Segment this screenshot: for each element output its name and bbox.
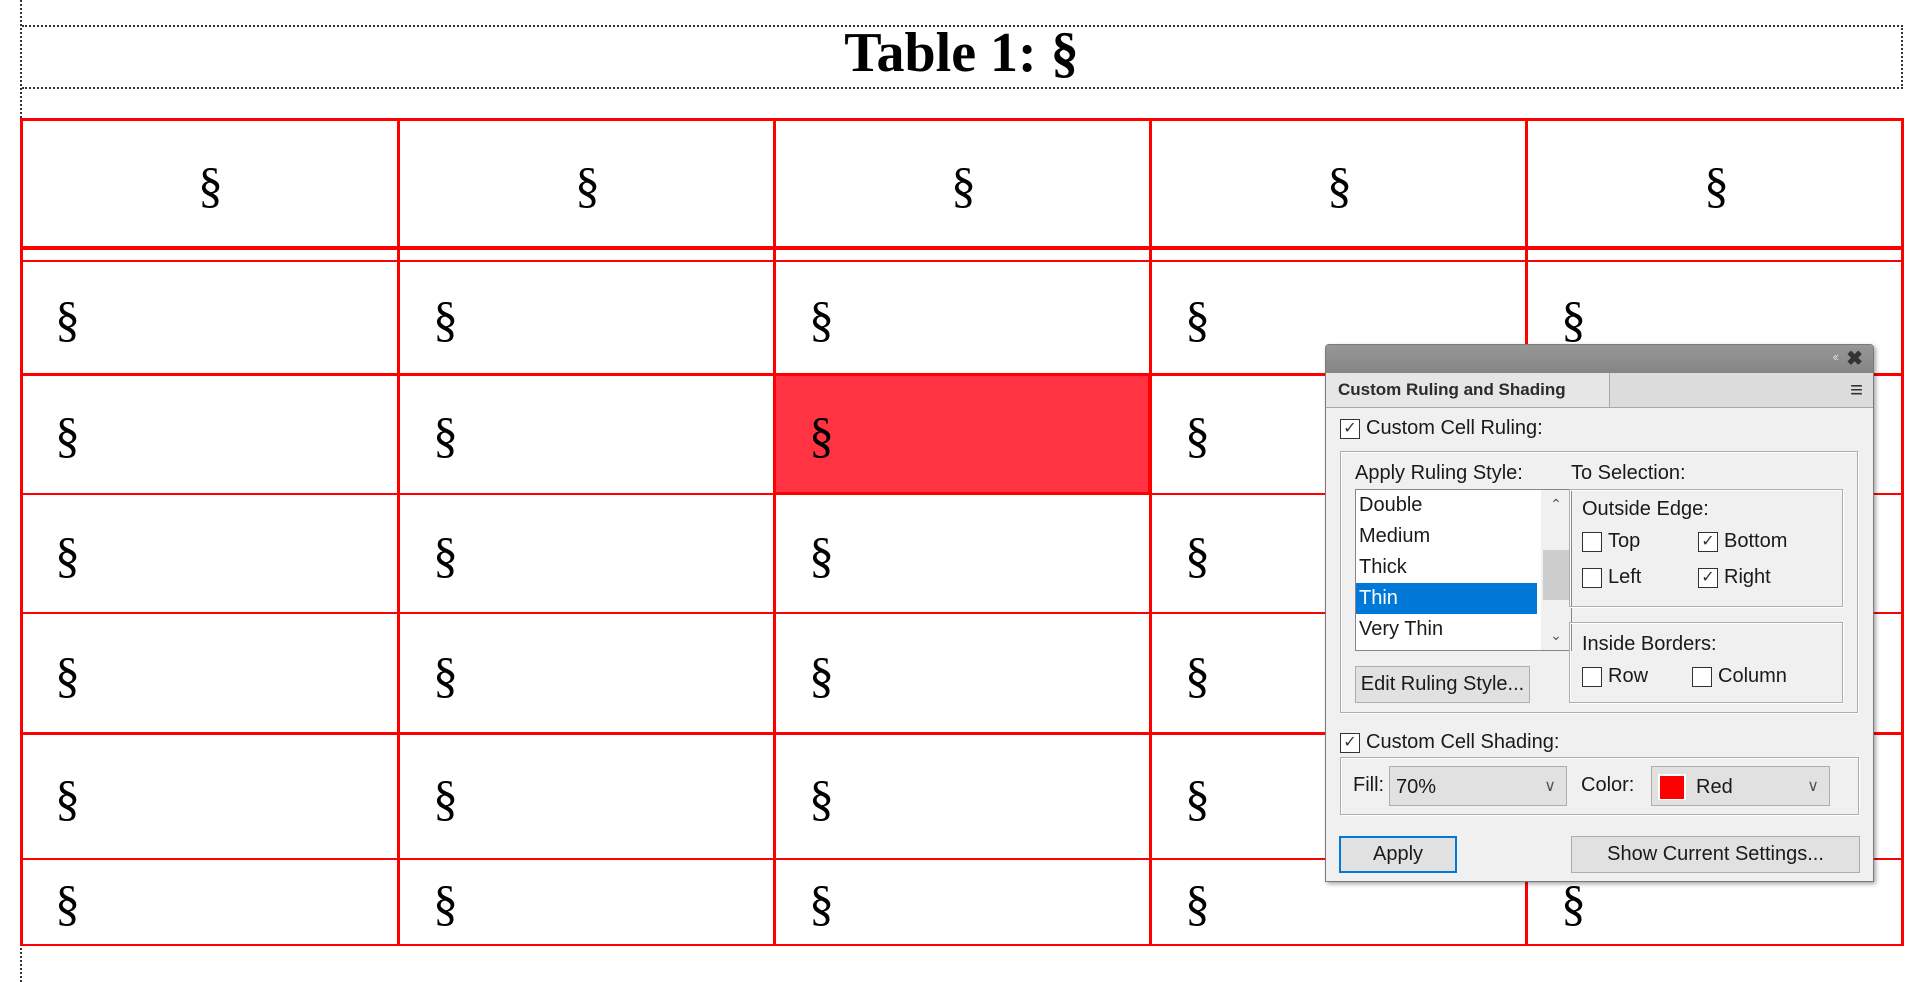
table-cell[interactable]: § [776, 861, 1150, 945]
checkbox-box[interactable] [1692, 666, 1712, 687]
checkbox-label: Custom Cell Shading: [1366, 731, 1560, 753]
checkbox-box[interactable]: ✓ [1340, 418, 1360, 439]
table-cell[interactable]: § [22, 861, 398, 945]
table-cell[interactable]: § [776, 736, 1150, 859]
inside-column-checkbox[interactable]: Column [1692, 665, 1787, 688]
table-cell[interactable]: § [22, 376, 398, 494]
custom-cell-ruling-checkbox[interactable]: ✓ Custom Cell Ruling: [1340, 417, 1543, 440]
table-title-frame: Table 1: § [22, 22, 1903, 89]
panel-menu-icon[interactable]: ≡ [1850, 377, 1863, 403]
column-rule [397, 118, 400, 946]
table-left-rule [20, 118, 23, 946]
checkbox-box[interactable]: ✓ [1698, 531, 1718, 552]
checkbox-label: Left [1608, 566, 1642, 588]
table-cell[interactable]: § [400, 496, 774, 613]
custom-cell-shading-checkbox[interactable]: ✓ Custom Cell Shading: [1340, 731, 1559, 754]
panel-tabstrip: Custom Ruling and Shading ≡ [1326, 373, 1873, 408]
color-swatch [1658, 774, 1686, 800]
header-cell[interactable]: § [777, 121, 1150, 248]
checkbox-box[interactable]: ✓ [1340, 732, 1360, 753]
ruling-style-option[interactable]: Medium [1356, 521, 1537, 552]
ruling-style-option[interactable]: Very Thin [1356, 614, 1537, 645]
table-cell[interactable]: § [22, 263, 398, 374]
table-cell[interactable]: § [400, 861, 774, 945]
column-rule [773, 118, 776, 946]
fill-label: Fill: [1353, 774, 1385, 796]
header-cell[interactable]: § [1153, 121, 1526, 248]
shading-group: Fill: 70% ∨ Color: Red ∨ [1340, 757, 1859, 815]
inside-borders-label: Inside Borders: [1582, 633, 1717, 655]
chevron-down-icon: ∨ [1807, 778, 1819, 795]
custom-ruling-shading-panel: ‹‹ ✖ Custom Ruling and Shading ≡ ✓ Custo… [1325, 344, 1874, 882]
outside-bottom-checkbox[interactable]: ✓ Bottom [1698, 530, 1787, 553]
inside-borders-group: Inside Borders: Row Column [1569, 622, 1843, 703]
edit-ruling-style-button[interactable]: Edit Ruling Style... [1355, 666, 1530, 703]
outside-top-checkbox[interactable]: Top [1582, 530, 1640, 553]
table-cell[interactable]: § [776, 615, 1150, 734]
header-double-rule [20, 260, 1904, 262]
checkbox-box[interactable] [1582, 666, 1602, 687]
show-current-settings-button[interactable]: Show Current Settings... [1571, 836, 1860, 873]
table-cell[interactable]: § [400, 376, 774, 494]
color-value: Red [1696, 776, 1733, 798]
ruling-style-option[interactable]: Thin [1356, 583, 1537, 614]
fill-dropdown[interactable]: 70% ∨ [1389, 766, 1567, 806]
table-cell[interactable]: § [400, 263, 774, 374]
panel-titlebar[interactable]: ‹‹ ✖ [1326, 345, 1873, 373]
outside-left-checkbox[interactable]: Left [1582, 566, 1641, 589]
fill-value: 70% [1396, 776, 1437, 798]
scroll-up-icon[interactable]: ⌃ [1541, 496, 1571, 513]
table-cell[interactable]: § [22, 496, 398, 613]
column-rule [1149, 118, 1152, 946]
selected-cell-outline [773, 373, 1151, 495]
checkbox-label: Bottom [1724, 530, 1788, 552]
ruling-style-listbox[interactable]: Double Medium Thick Thin Very Thin ⌃ ⌄ [1355, 489, 1572, 651]
header-cell[interactable]: § [23, 121, 398, 248]
table-cell[interactable]: § [400, 615, 774, 734]
checkbox-label: Top [1608, 530, 1641, 552]
header-cell[interactable]: § [401, 121, 774, 248]
outside-right-checkbox[interactable]: ✓ Right [1698, 566, 1771, 589]
scroll-thumb[interactable] [1543, 550, 1569, 600]
outside-edge-group: Outside Edge: Top ✓ Bottom Left ✓ Right [1569, 489, 1843, 607]
table-bottom-rule [20, 944, 1904, 946]
color-label: Color: [1581, 774, 1635, 796]
checkbox-label: Custom Cell Ruling: [1366, 417, 1543, 439]
color-dropdown[interactable]: Red ∨ [1651, 766, 1830, 806]
checkbox-label: Row [1608, 665, 1649, 687]
to-selection-label: To Selection: [1571, 462, 1686, 484]
close-icon[interactable]: ✖ [1846, 346, 1863, 371]
table-top-rule [20, 118, 1904, 121]
table-title: Table 1: § [844, 22, 1079, 84]
checkbox-label: Right [1724, 566, 1771, 588]
apply-ruling-style-label: Apply Ruling Style: [1355, 462, 1523, 484]
collapse-panel-icon[interactable]: ‹‹ [1832, 349, 1839, 364]
table-cell[interactable]: § [22, 615, 398, 734]
table-cell[interactable]: § [776, 496, 1150, 613]
table-cell[interactable]: § [400, 736, 774, 859]
table-cell[interactable]: § [776, 263, 1150, 374]
header-cell[interactable]: § [1529, 121, 1904, 248]
inside-row-checkbox[interactable]: Row [1582, 665, 1648, 688]
tab-custom-ruling-and-shading[interactable]: Custom Ruling and Shading [1326, 373, 1610, 407]
checkbox-label: Column [1718, 665, 1787, 687]
checkbox-box[interactable] [1582, 531, 1602, 552]
ruling-group: Apply Ruling Style: To Selection: Double… [1340, 451, 1858, 713]
checkbox-box[interactable]: ✓ [1698, 567, 1718, 588]
scroll-down-icon[interactable]: ⌄ [1541, 627, 1571, 644]
ruling-style-option[interactable]: Double [1356, 490, 1537, 521]
table-right-rule [1901, 118, 1904, 946]
table-cell[interactable]: § [22, 736, 398, 859]
apply-button[interactable]: Apply [1339, 836, 1457, 873]
chevron-down-icon: ∨ [1544, 778, 1556, 795]
checkbox-box[interactable] [1582, 567, 1602, 588]
listbox-scrollbar[interactable]: ⌃ ⌄ [1541, 490, 1571, 650]
header-rule [20, 246, 1904, 250]
outside-edge-label: Outside Edge: [1582, 498, 1709, 520]
ruling-style-option[interactable]: Thick [1356, 552, 1537, 583]
